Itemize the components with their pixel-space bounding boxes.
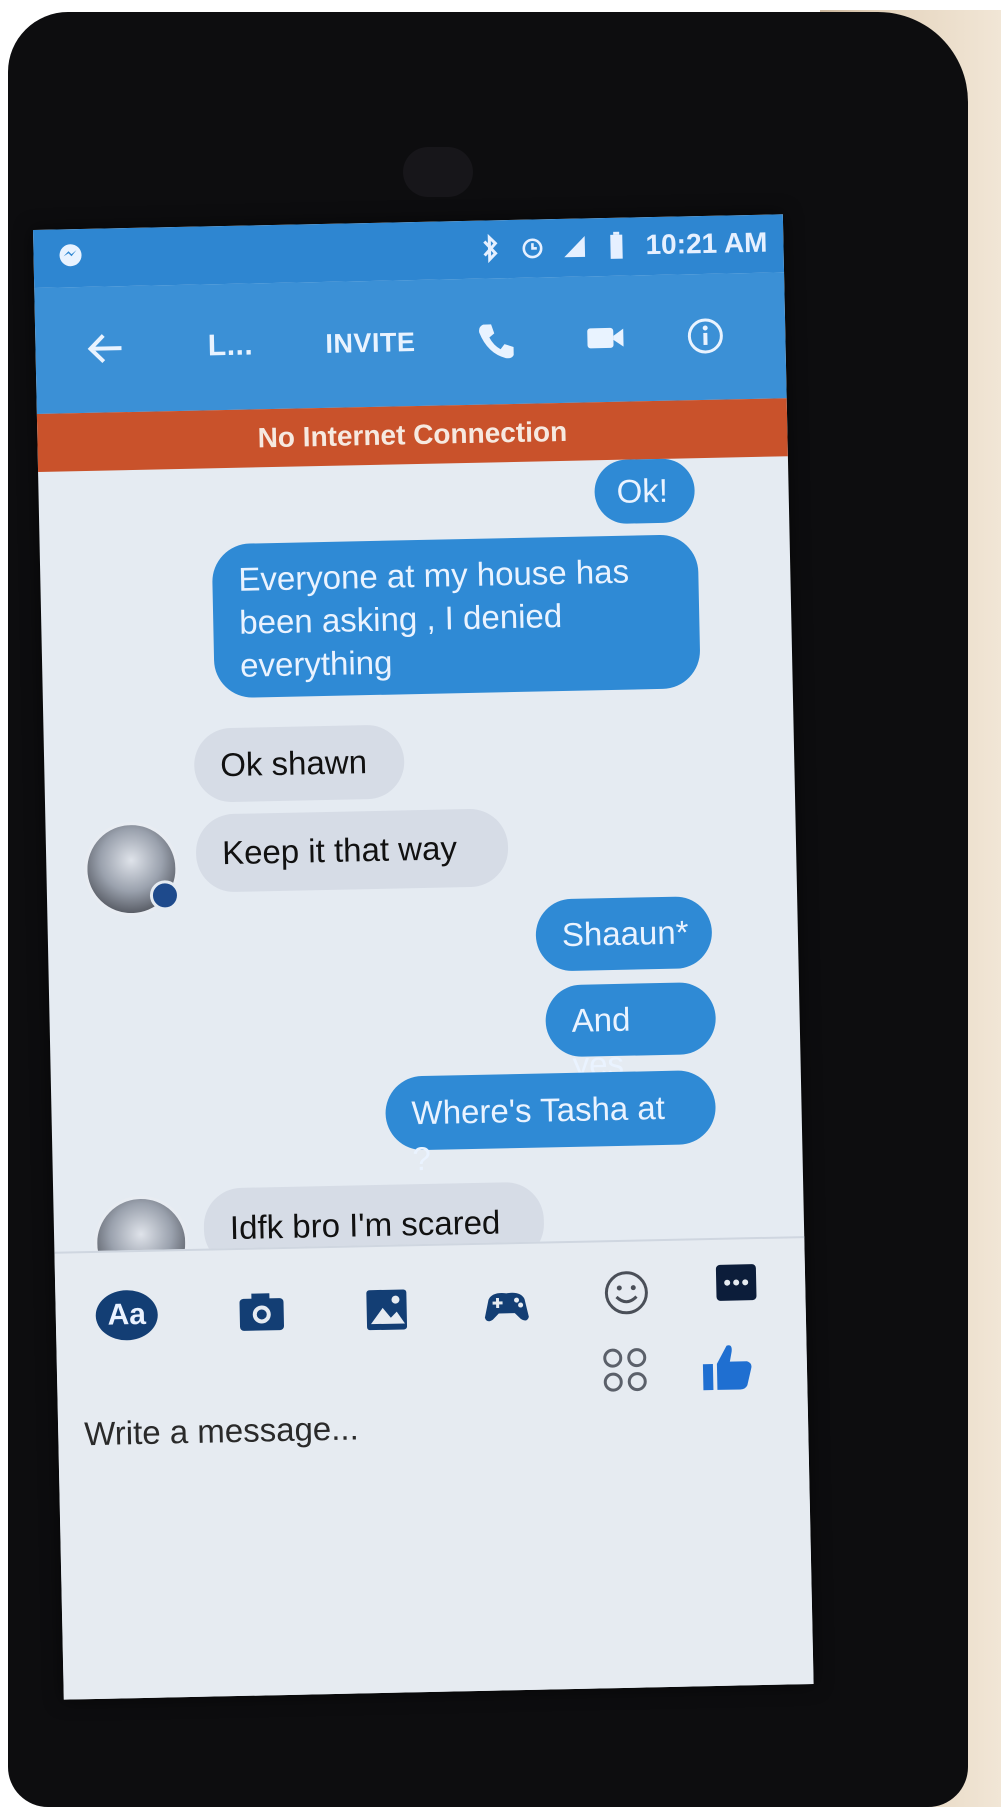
message-bubble-sent[interactable]: Everyone at my house has been asking , I…	[211, 534, 701, 699]
invite-button[interactable]: INVITE	[305, 312, 436, 375]
contact-name[interactable]: L...	[195, 315, 266, 376]
gallery-button[interactable]	[355, 1278, 418, 1341]
info-circle-icon	[687, 318, 723, 354]
text-format-button[interactable]: Aa	[95, 1284, 159, 1347]
games-button[interactable]	[475, 1276, 538, 1339]
back-button[interactable]	[75, 318, 136, 379]
smiley-icon	[604, 1271, 648, 1315]
battery-icon	[610, 231, 623, 259]
message-bubble-sent[interactable]: Ok!	[593, 458, 696, 525]
conversation-toolbar: L... INVITE	[34, 272, 787, 414]
arrow-left-icon	[87, 334, 122, 363]
message-bubble-received[interactable]: Keep it that way	[195, 808, 509, 893]
alarm-icon	[522, 238, 543, 259]
video-camera-icon	[587, 327, 624, 349]
more-options-button[interactable]	[705, 1251, 768, 1314]
phone-earpiece	[403, 147, 473, 197]
status-icons: 10:21 AM	[477, 227, 768, 265]
phone-body: 10:21 AM L... INVITE No Internet Connect…	[8, 12, 968, 1807]
message-composer: Aa	[54, 1236, 814, 1700]
call-button[interactable]	[465, 310, 526, 371]
camera-icon	[239, 1293, 285, 1331]
messenger-screen: 10:21 AM L... INVITE No Internet Connect…	[33, 214, 814, 1700]
message-list[interactable]: Ok! Everyone at my house has been asking…	[38, 456, 804, 1291]
message-bubble-received[interactable]: Ok shawn	[193, 724, 405, 803]
video-call-button[interactable]	[575, 307, 636, 368]
thumbs-up-icon[interactable]	[696, 1337, 757, 1398]
emoji-button[interactable]	[595, 1261, 658, 1324]
sticker-grid-icon[interactable]	[596, 1341, 653, 1398]
messenger-badge-icon	[149, 880, 181, 911]
message-bubble-sent[interactable]: Shaaun*	[535, 895, 713, 972]
bluetooth-icon	[483, 233, 498, 264]
message-input[interactable]	[81, 1392, 607, 1466]
gamepad-icon	[484, 1292, 529, 1322]
messenger-bubble-icon	[59, 244, 82, 267]
phone-icon	[479, 324, 514, 359]
camera-button[interactable]	[230, 1281, 293, 1344]
signal-icon	[564, 236, 586, 258]
message-bubble-sent[interactable]: And yes	[544, 981, 717, 1083]
aa-label: Aa	[95, 1289, 159, 1341]
status-time: 10:21 AM	[645, 226, 768, 261]
message-bubble-sent[interactable]: Where's Tasha at ?	[384, 1069, 717, 1177]
contact-avatar[interactable]	[83, 821, 181, 918]
more-icon	[715, 1264, 757, 1301]
image-icon	[366, 1289, 408, 1331]
info-button[interactable]	[675, 305, 736, 366]
